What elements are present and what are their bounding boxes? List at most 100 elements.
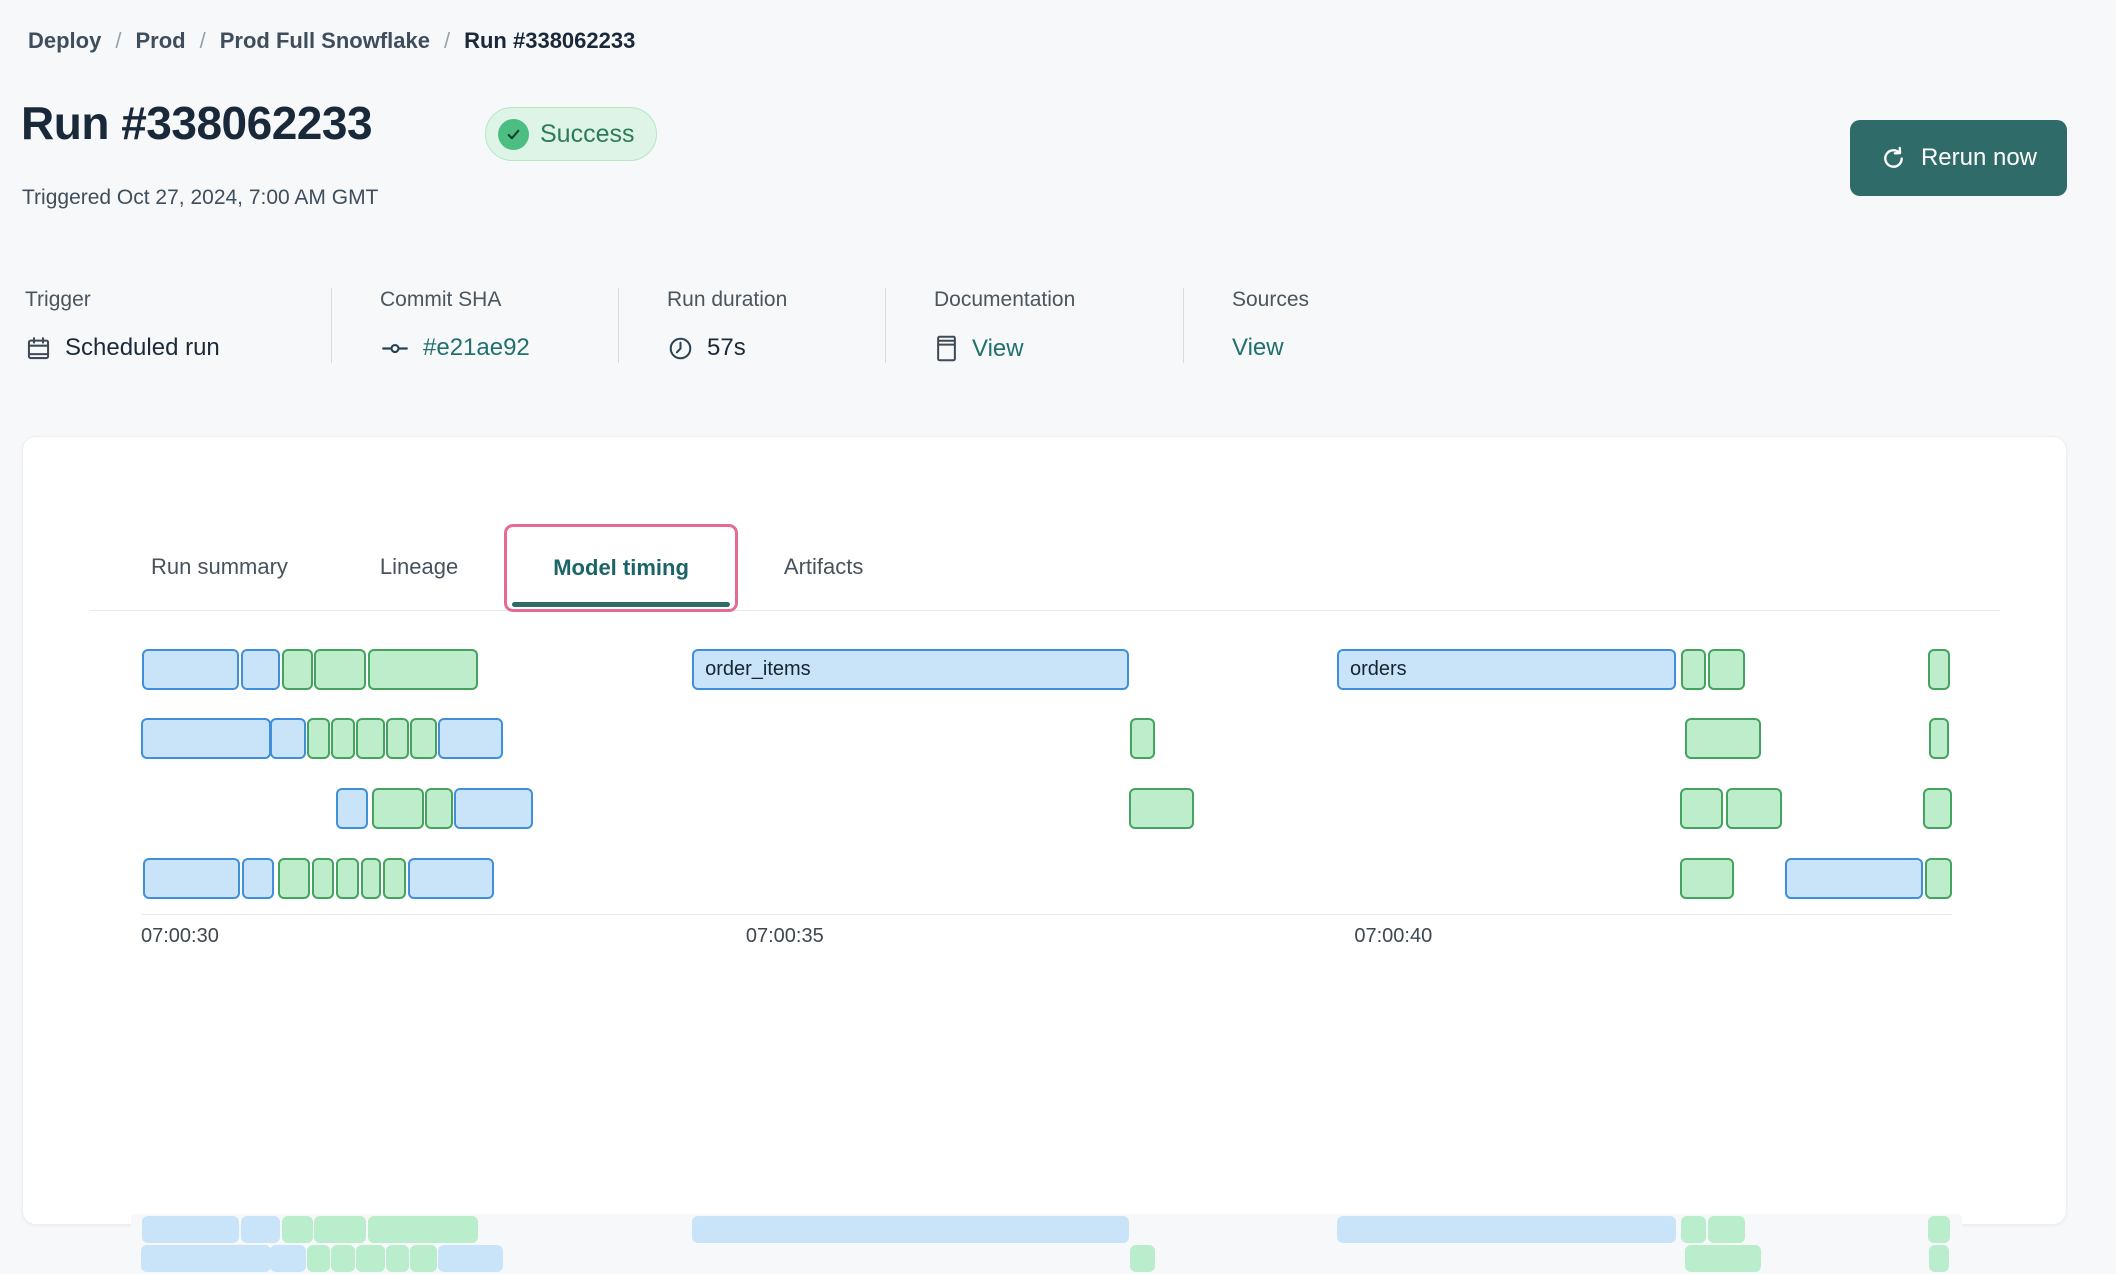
gantt-bar[interactable] [1679,858,1734,899]
minimap-bar [1708,1216,1745,1243]
gantt-bar[interactable] [1129,788,1195,829]
rerun-now-button[interactable]: Rerun now [1849,120,2067,196]
minimap-bar [438,1245,503,1272]
gantt-bar[interactable] [1923,788,1952,829]
minimap-bar [330,1245,356,1272]
gantt-bar[interactable] [372,788,425,829]
gantt-bar[interactable] [424,788,454,829]
gantt-bar[interactable] [355,718,385,759]
gantt-bar[interactable] [438,718,503,759]
gantt-bar[interactable] [282,649,314,690]
metadata-label: Sources [1232,288,1310,311]
gantt-bar[interactable] [1129,718,1155,759]
metadata-value-text: 57s [707,334,746,361]
metadata-value: View [1232,334,1413,362]
axis-tick-label: 07:00:40 [1354,925,1433,947]
gantt-bar[interactable] [1680,649,1706,690]
rerun-label: Rerun now [1920,144,2037,171]
status-badge: Success [485,107,658,161]
breadcrumb-link-prod[interactable]: Prod [135,28,185,54]
tab-lineage[interactable]: Lineage [334,524,504,610]
metadata-value: Scheduled run [25,334,321,362]
gantt-bar[interactable] [330,718,356,759]
gantt-bar[interactable] [1725,788,1782,829]
metadata-label: Trigger [25,288,91,311]
gantt-bar[interactable] [1925,858,1952,899]
triggered-timestamp: Triggered Oct 27, 2024, 7:00 AM GMT [22,186,379,209]
gantt-bar[interactable] [336,788,369,829]
breadcrumb-separator: / [443,28,451,53]
documentation-link[interactable]: View [972,335,1024,363]
gantt-bar[interactable] [409,718,437,759]
metadata-documentation: Documentation View [885,288,1183,363]
gantt-axis-line [141,914,1952,915]
gantt-bar[interactable] [336,858,360,899]
breadcrumb-link-deploy[interactable]: Deploy [28,28,101,54]
gantt-bar[interactable] [386,718,409,759]
metadata-commit-sha: Commit SHA #e21ae92 [331,288,618,363]
commit-icon [380,335,410,362]
minimap-bar [355,1245,385,1272]
success-check-icon [498,118,529,150]
gantt-bar[interactable] [307,718,331,759]
run-detail-page: Deploy / Prod / Prod Full Snowflake / Run #338… [0,0,2116,1274]
breadcrumb-current: Run #338062233 [464,28,636,53]
metadata-value: #e21ae92 [380,334,608,362]
gantt-bar[interactable] [277,858,310,899]
gantt-row-3 [141,788,1952,829]
gantt-row-2 [141,718,1952,759]
breadcrumb-separator: / [115,28,122,53]
gantt-bar[interactable] [242,858,275,899]
commit-sha-link[interactable]: #e21ae92 [423,334,530,362]
gantt-bar[interactable] [142,649,240,690]
metadata-value: View [934,334,1173,363]
tab-bar: Run summary Lineage Model timing Artifacts [89,524,2000,612]
gantt-bar[interactable] [1685,718,1762,759]
gantt-bar[interactable] [1927,649,1950,690]
gantt-bar[interactable] [313,649,366,690]
gantt-bar[interactable] [407,858,494,899]
minimap-bar [409,1245,437,1272]
minimap-bar [142,1216,240,1243]
gantt-row-1: order_items orders [141,649,1952,690]
metadata-value-text: Scheduled run [65,334,220,361]
gantt-bar[interactable] [361,858,381,899]
sources-link[interactable]: View [1232,334,1284,362]
minimap-bar [1927,1216,1950,1243]
tab-artifacts[interactable]: Artifacts [738,524,909,610]
model-timing-gantt: order_items orders 07:00:30 07:00:35 07:00:… [131,649,1962,1274]
run-metadata-row: Trigger Scheduled run Commit SHA #e21ae92 Ru… [25,288,1423,363]
gantt-bar-order-items[interactable]: order_items [692,649,1130,690]
gantt-bar[interactable] [1785,858,1923,899]
breadcrumb-link-prod-full-snowflake[interactable]: Prod Full Snowflake [220,28,430,54]
gantt-bar-label: orders [1349,658,1407,680]
minimap-bar [141,1245,272,1272]
gantt-bar[interactable] [382,858,406,899]
gantt-minimap-brush[interactable] [131,1214,1962,1274]
clock-icon [667,335,694,362]
metadata-label: Commit SHA [380,288,502,311]
minimap-bar [307,1245,331,1272]
gantt-bar[interactable] [1929,718,1949,759]
tab-model-timing[interactable]: Model timing [504,524,738,612]
minimap-row-1 [141,1216,1952,1243]
tab-run-summary[interactable]: Run summary [105,524,334,610]
minimap-bar [269,1245,306,1272]
minimap-bar [282,1216,314,1243]
gantt-bar[interactable] [367,649,478,690]
rerun-icon [1880,145,1907,172]
metadata-run-duration: Run duration 57s [618,288,885,363]
breadcrumb: Deploy / Prod / Prod Full Snowflake / Run #338… [28,28,635,54]
gantt-bar[interactable] [141,718,272,759]
docs-icon [934,334,959,363]
metadata-label: Documentation [934,288,1076,311]
gantt-bar-orders[interactable]: orders [1336,649,1676,690]
minimap-row-2 [141,1245,1952,1272]
gantt-bar[interactable] [1708,649,1745,690]
gantt-bar[interactable] [269,718,306,759]
gantt-bar[interactable] [240,649,280,690]
gantt-bar[interactable] [142,858,241,899]
gantt-bar[interactable] [453,788,533,829]
gantt-bar[interactable] [1679,788,1723,829]
gantt-bar[interactable] [311,858,334,899]
